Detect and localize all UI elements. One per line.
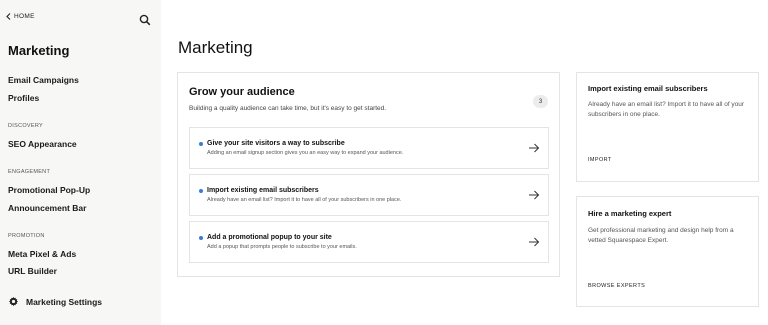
sidebar-item-meta-pixel-ads[interactable]: Meta Pixel & Ads <box>8 249 76 259</box>
page-title: Marketing <box>178 38 253 57</box>
task-item-promotional-popup[interactable]: Add a promotional popup to your site Add… <box>189 221 549 263</box>
home-link[interactable]: HOME <box>6 13 35 20</box>
task-item-import-subscribers[interactable]: Import existing email subscribers Alread… <box>189 174 549 216</box>
import-subscribers-card: Import existing email subscribers Alread… <box>576 72 759 182</box>
section-heading-discovery: DISCOVERY <box>8 123 43 129</box>
sidebar-item-promotional-popup[interactable]: Promotional Pop-Up <box>8 185 90 195</box>
grow-audience-title: Grow your audience <box>189 86 295 98</box>
card-body: Already have an email list? Import it to… <box>588 101 745 119</box>
status-dot <box>199 236 203 240</box>
sidebar-item-email-campaigns[interactable]: Email Campaigns <box>8 75 79 85</box>
card-title: Hire a marketing expert <box>588 209 672 218</box>
card-body: Get professional marketing and design he… <box>588 227 734 245</box>
sidebar-item-announcement-bar[interactable]: Announcement Bar <box>8 203 86 213</box>
search-icon <box>139 14 151 26</box>
gear-icon <box>9 296 18 307</box>
sidebar-item-seo-appearance[interactable]: SEO Appearance <box>8 139 77 149</box>
import-link[interactable]: IMPORT <box>588 157 612 163</box>
sidebar-item-marketing-settings[interactable]: Marketing Settings <box>8 296 102 307</box>
arrow-right-icon <box>529 237 540 247</box>
task-count-badge: 3 <box>533 95 548 108</box>
search-button[interactable] <box>139 13 151 26</box>
hire-expert-card: Hire a marketing expert Get professional… <box>576 196 759 307</box>
arrow-right-icon <box>529 190 540 200</box>
arrow-right-icon <box>529 143 540 153</box>
home-label: HOME <box>14 13 35 20</box>
sidebar: HOME Marketing Email Campaigns Profiles … <box>0 0 161 325</box>
sidebar-item-url-builder[interactable]: URL Builder <box>8 266 57 276</box>
sidebar-item-profiles[interactable]: Profiles <box>8 93 39 103</box>
task-item-subscribe[interactable]: Give your site visitors a way to subscri… <box>189 127 549 169</box>
task-title: Add a promotional popup to your site <box>207 234 332 241</box>
browse-experts-link[interactable]: BROWSE EXPERTS <box>588 283 645 289</box>
chevron-left-icon <box>6 13 11 20</box>
card-title: Import existing email subscribers <box>588 84 708 93</box>
task-title: Import existing email subscribers <box>207 187 319 194</box>
section-heading-engagement: ENGAGEMENT <box>8 169 51 175</box>
task-description: Add a popup that prompts people to subsc… <box>207 244 357 250</box>
task-title: Give your site visitors a way to subscri… <box>207 140 345 147</box>
sidebar-title: Marketing <box>8 43 70 58</box>
task-description: Adding an email signup section gives you… <box>207 150 404 156</box>
task-description: Already have an email list? Import it to… <box>207 197 402 203</box>
grow-audience-card: Grow your audience Building a quality au… <box>177 72 560 277</box>
status-dot <box>199 189 203 193</box>
grow-audience-subtitle: Building a quality audience can take tim… <box>189 105 387 112</box>
section-heading-promotion: PROMOTION <box>8 233 45 239</box>
status-dot <box>199 142 203 146</box>
marketing-settings-label: Marketing Settings <box>26 296 103 307</box>
